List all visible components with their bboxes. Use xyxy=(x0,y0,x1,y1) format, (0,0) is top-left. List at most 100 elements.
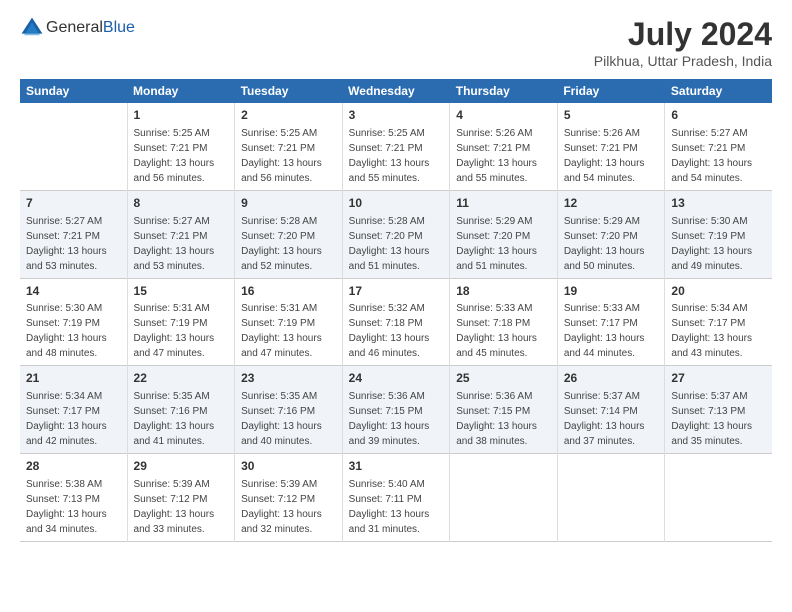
day-number: 13 xyxy=(671,195,766,212)
day-info: Sunrise: 5:38 AMSunset: 7:13 PMDaylight:… xyxy=(26,477,121,537)
calendar-cell: 28 Sunrise: 5:38 AMSunset: 7:13 PMDayligh… xyxy=(20,454,127,542)
calendar-cell: 29 Sunrise: 5:39 AMSunset: 7:12 PMDayligh… xyxy=(127,454,235,542)
day-info: Sunrise: 5:37 AMSunset: 7:14 PMDaylight:… xyxy=(564,389,659,449)
logo-general-text: General xyxy=(46,19,103,36)
day-number: 9 xyxy=(241,195,336,212)
day-number: 30 xyxy=(241,458,336,475)
calendar-cell: 21 Sunrise: 5:34 AMSunset: 7:17 PMDayligh… xyxy=(20,366,127,454)
calendar-cell: 23Sunrise: 5:35 AMSunset: 7:16 PMDayligh… xyxy=(235,366,343,454)
header-row: Sunday Monday Tuesday Wednesday Thursday… xyxy=(20,79,772,103)
calendar-week-row: 1 Sunrise: 5:25 AMSunset: 7:21 PMDaylight… xyxy=(20,103,772,190)
calendar-body: 1 Sunrise: 5:25 AMSunset: 7:21 PMDaylight… xyxy=(20,103,772,541)
day-info: Sunrise: 5:39 AMSunset: 7:12 PMDaylight:… xyxy=(241,477,336,537)
calendar-cell: 10 Sunrise: 5:28 AMSunset: 7:20 PMDayligh… xyxy=(342,190,450,278)
day-number: 28 xyxy=(26,458,121,475)
calendar-cell: 31 Sunrise: 5:40 AMSunset: 7:11 PMDayligh… xyxy=(342,454,450,542)
logo-blue-text: Blue xyxy=(103,19,135,36)
day-number: 23 xyxy=(241,370,336,387)
day-info: Sunrise: 5:37 AMSunset: 7:13 PMDaylight:… xyxy=(671,389,766,449)
calendar-cell: 6Sunrise: 5:27 AMSunset: 7:21 PMDaylight… xyxy=(665,103,772,190)
calendar-week-row: 28 Sunrise: 5:38 AMSunset: 7:13 PMDayligh… xyxy=(20,454,772,542)
day-info: Sunrise: 5:25 AMSunset: 7:21 PMDaylight:… xyxy=(241,126,336,186)
day-info: Sunrise: 5:31 AMSunset: 7:19 PMDaylight:… xyxy=(134,301,229,361)
logo: GeneralBlue xyxy=(20,16,135,40)
calendar-week-row: 14Sunrise: 5:30 AMSunset: 7:19 PMDayligh… xyxy=(20,278,772,366)
day-number: 7 xyxy=(26,195,121,212)
calendar-cell: 22 Sunrise: 5:35 AMSunset: 7:16 PMDayligh… xyxy=(127,366,235,454)
day-number: 24 xyxy=(349,370,444,387)
day-number: 25 xyxy=(456,370,551,387)
calendar-week-row: 21 Sunrise: 5:34 AMSunset: 7:17 PMDayligh… xyxy=(20,366,772,454)
calendar-cell: 9 Sunrise: 5:28 AMSunset: 7:20 PMDaylight… xyxy=(235,190,343,278)
month-year-title: July 2024 xyxy=(594,16,772,53)
calendar-cell: 14Sunrise: 5:30 AMSunset: 7:19 PMDayligh… xyxy=(20,278,127,366)
day-number: 12 xyxy=(564,195,659,212)
calendar-cell xyxy=(450,454,558,542)
calendar-cell: 26 Sunrise: 5:37 AMSunset: 7:14 PMDayligh… xyxy=(557,366,665,454)
day-info: Sunrise: 5:25 AMSunset: 7:21 PMDaylight:… xyxy=(349,126,444,186)
day-info: Sunrise: 5:26 AMSunset: 7:21 PMDaylight:… xyxy=(564,126,659,186)
day-info: Sunrise: 5:31 AMSunset: 7:19 PMDaylight:… xyxy=(241,301,336,361)
day-info: Sunrise: 5:25 AMSunset: 7:21 PMDaylight:… xyxy=(134,126,229,186)
day-number: 21 xyxy=(26,370,121,387)
calendar-cell: 5 Sunrise: 5:26 AMSunset: 7:21 PMDaylight… xyxy=(557,103,665,190)
day-info: Sunrise: 5:28 AMSunset: 7:20 PMDaylight:… xyxy=(241,214,336,274)
calendar-cell: 19Sunrise: 5:33 AMSunset: 7:17 PMDayligh… xyxy=(557,278,665,366)
day-number: 22 xyxy=(134,370,229,387)
day-number: 26 xyxy=(564,370,659,387)
calendar-cell: 18Sunrise: 5:33 AMSunset: 7:18 PMDayligh… xyxy=(450,278,558,366)
day-number: 19 xyxy=(564,283,659,300)
day-info: Sunrise: 5:30 AMSunset: 7:19 PMDaylight:… xyxy=(26,301,121,361)
day-info: Sunrise: 5:28 AMSunset: 7:20 PMDaylight:… xyxy=(349,214,444,274)
day-info: Sunrise: 5:27 AMSunset: 7:21 PMDaylight:… xyxy=(26,214,121,274)
day-number: 29 xyxy=(134,458,229,475)
calendar-week-row: 7 Sunrise: 5:27 AMSunset: 7:21 PMDaylight… xyxy=(20,190,772,278)
calendar-cell: 11Sunrise: 5:29 AMSunset: 7:20 PMDayligh… xyxy=(450,190,558,278)
calendar-cell xyxy=(557,454,665,542)
calendar-cell: 25Sunrise: 5:36 AMSunset: 7:15 PMDayligh… xyxy=(450,366,558,454)
calendar-cell: 13Sunrise: 5:30 AMSunset: 7:19 PMDayligh… xyxy=(665,190,772,278)
calendar-cell xyxy=(20,103,127,190)
day-number: 4 xyxy=(456,107,551,124)
header-tuesday: Tuesday xyxy=(235,79,343,103)
day-number: 2 xyxy=(241,107,336,124)
header-monday: Monday xyxy=(127,79,235,103)
day-info: Sunrise: 5:39 AMSunset: 7:12 PMDaylight:… xyxy=(134,477,229,537)
day-number: 1 xyxy=(134,107,229,124)
calendar-header: Sunday Monday Tuesday Wednesday Thursday… xyxy=(20,79,772,103)
day-number: 3 xyxy=(349,107,444,124)
day-info: Sunrise: 5:34 AMSunset: 7:17 PMDaylight:… xyxy=(26,389,121,449)
calendar-cell: 12Sunrise: 5:29 AMSunset: 7:20 PMDayligh… xyxy=(557,190,665,278)
location-subtitle: Pilkhua, Uttar Pradesh, India xyxy=(594,53,772,69)
day-info: Sunrise: 5:33 AMSunset: 7:17 PMDaylight:… xyxy=(564,301,659,361)
day-number: 10 xyxy=(349,195,444,212)
day-number: 8 xyxy=(134,195,229,212)
header-saturday: Saturday xyxy=(665,79,772,103)
calendar-cell: 20Sunrise: 5:34 AMSunset: 7:17 PMDayligh… xyxy=(665,278,772,366)
calendar-cell xyxy=(665,454,772,542)
title-section: July 2024 Pilkhua, Uttar Pradesh, India xyxy=(594,16,772,69)
calendar-cell: 8 Sunrise: 5:27 AMSunset: 7:21 PMDaylight… xyxy=(127,190,235,278)
day-info: Sunrise: 5:35 AMSunset: 7:16 PMDaylight:… xyxy=(134,389,229,449)
calendar-table: Sunday Monday Tuesday Wednesday Thursday… xyxy=(20,79,772,542)
header-sunday: Sunday xyxy=(20,79,127,103)
day-info: Sunrise: 5:40 AMSunset: 7:11 PMDaylight:… xyxy=(349,477,444,537)
calendar-cell: 7 Sunrise: 5:27 AMSunset: 7:21 PMDaylight… xyxy=(20,190,127,278)
day-info: Sunrise: 5:34 AMSunset: 7:17 PMDaylight:… xyxy=(671,301,766,361)
calendar-cell: 17Sunrise: 5:32 AMSunset: 7:18 PMDayligh… xyxy=(342,278,450,366)
calendar-cell: 4Sunrise: 5:26 AMSunset: 7:21 PMDaylight… xyxy=(450,103,558,190)
day-number: 20 xyxy=(671,283,766,300)
page-header: GeneralBlue July 2024 Pilkhua, Uttar Pra… xyxy=(20,16,772,69)
calendar-cell: 30 Sunrise: 5:39 AMSunset: 7:12 PMDayligh… xyxy=(235,454,343,542)
day-number: 31 xyxy=(349,458,444,475)
calendar-cell: 1 Sunrise: 5:25 AMSunset: 7:21 PMDaylight… xyxy=(127,103,235,190)
day-number: 18 xyxy=(456,283,551,300)
day-number: 27 xyxy=(671,370,766,387)
day-info: Sunrise: 5:36 AMSunset: 7:15 PMDaylight:… xyxy=(349,389,444,449)
calendar-cell: 24 Sunrise: 5:36 AMSunset: 7:15 PMDayligh… xyxy=(342,366,450,454)
day-info: Sunrise: 5:33 AMSunset: 7:18 PMDaylight:… xyxy=(456,301,551,361)
calendar-cell: 27 Sunrise: 5:37 AMSunset: 7:13 PMDayligh… xyxy=(665,366,772,454)
day-info: Sunrise: 5:27 AMSunset: 7:21 PMDaylight:… xyxy=(134,214,229,274)
day-number: 5 xyxy=(564,107,659,124)
header-friday: Friday xyxy=(557,79,665,103)
